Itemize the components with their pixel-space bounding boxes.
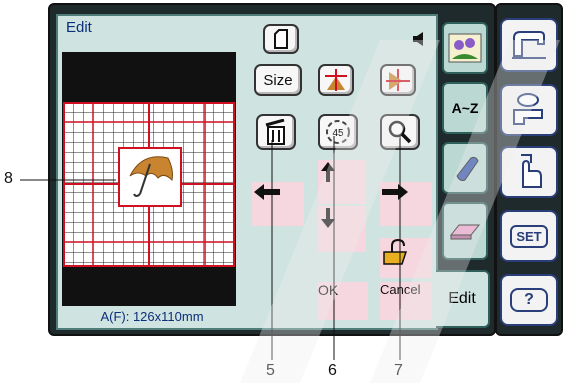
callout-lines bbox=[20, 136, 401, 360]
callout-5: 5 bbox=[266, 362, 275, 379]
callout-8: 8 bbox=[4, 170, 13, 187]
callout-6: 6 bbox=[328, 362, 337, 379]
callout-7: 7 bbox=[394, 362, 403, 379]
